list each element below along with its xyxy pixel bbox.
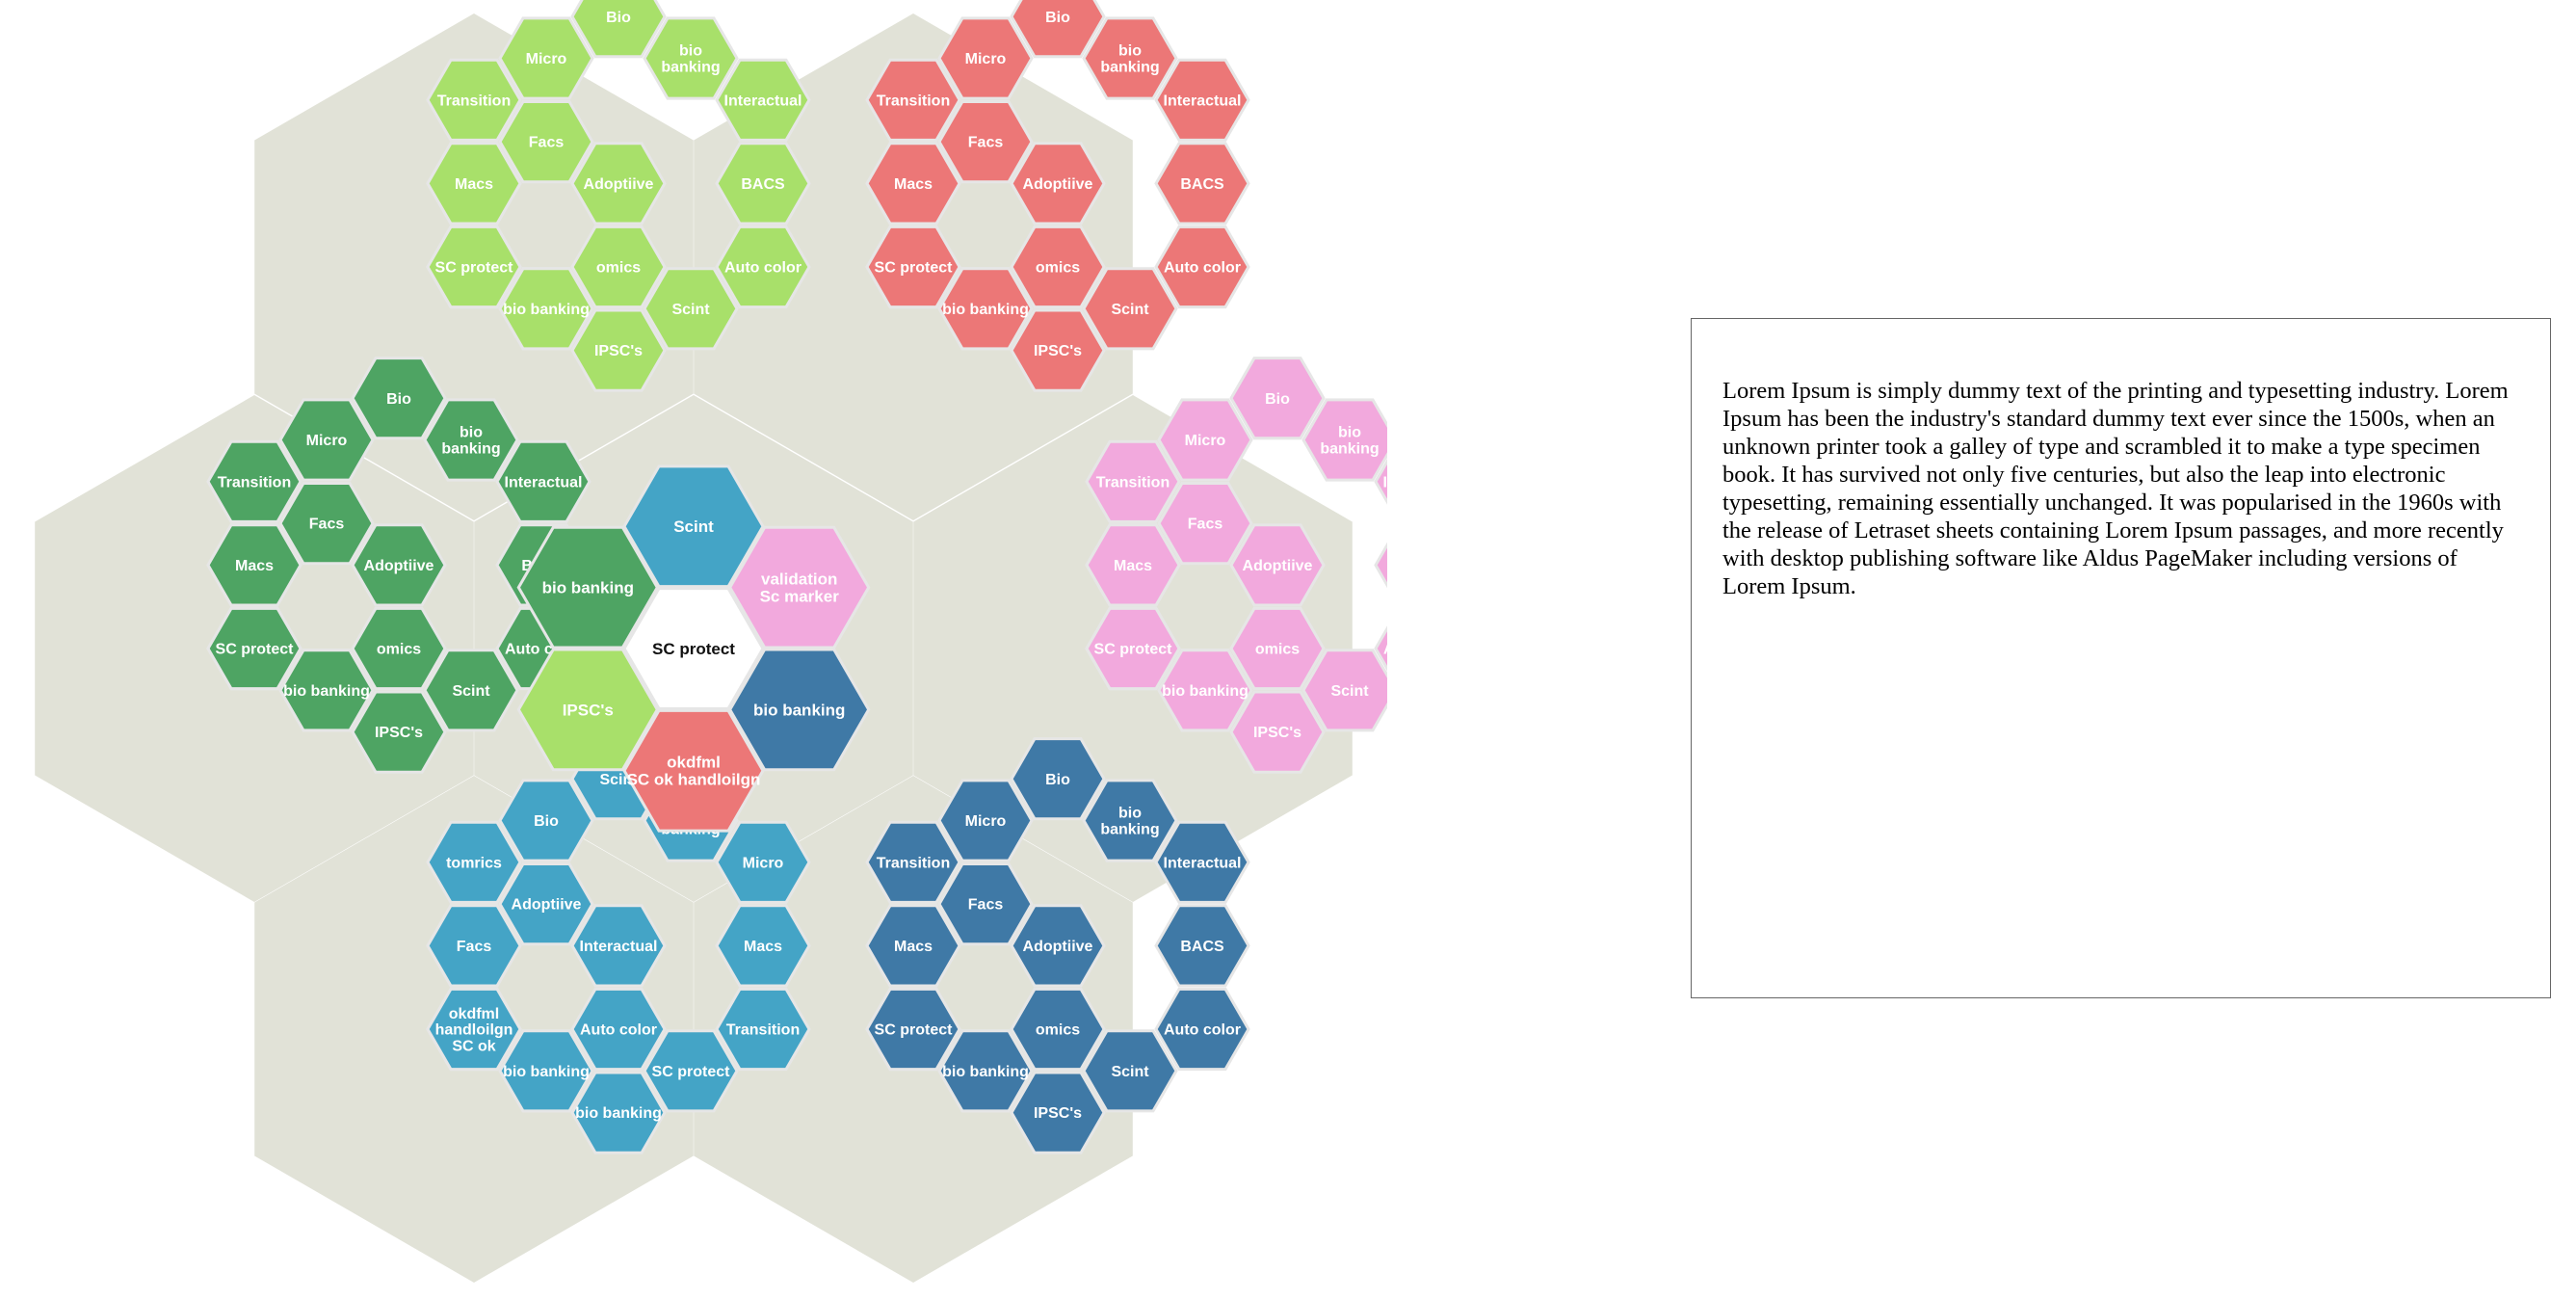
- hex-cell-label: SC protect: [875, 1022, 954, 1039]
- hex-cell-label: Scint: [671, 302, 710, 318]
- hex-cell-label: Bio: [606, 10, 631, 26]
- hex-cell-label: Adoptiive: [364, 558, 434, 574]
- hex-cell-label: Facs: [457, 939, 492, 955]
- hex-cell-label: Facs: [968, 897, 1004, 914]
- hex-cell-label: IPSC's: [375, 725, 423, 741]
- hex-cell-label: bio banking: [503, 1064, 590, 1080]
- hex-cell-label: bio banking: [283, 683, 370, 700]
- lorem-text: Lorem Ipsum is simply dummy text of the …: [1722, 378, 2509, 599]
- hex-cell-label: Micro: [1185, 433, 1226, 449]
- hex-cell-label: Adoptiive: [1243, 558, 1313, 574]
- hex-cell-label: Transition: [726, 1022, 800, 1039]
- hex-cell-label: Adoptiive: [1023, 176, 1093, 193]
- hex-cell-label: Scint: [452, 683, 490, 700]
- hex-cell-label: Facs: [968, 135, 1004, 151]
- central-ring-label: validation Sc marker: [760, 570, 840, 606]
- hex-cell-label: Auto color: [724, 260, 802, 277]
- hex-cell-label: bio banking: [575, 1105, 662, 1122]
- hex-cell-label: BACS: [1180, 176, 1224, 193]
- central-ring-label: bio banking: [542, 579, 634, 597]
- hex-cell-label: Auto color: [1383, 642, 1387, 658]
- hex-cell-label: Interactual: [1164, 93, 1242, 109]
- hex-cell-label: Bio: [1045, 10, 1070, 26]
- hex-cell-label: IPSC's: [1253, 725, 1301, 741]
- central-ring-label: IPSC's: [563, 701, 614, 719]
- hex-cell-label: Auto color: [580, 1022, 657, 1039]
- text-panel: Lorem Ipsum is simply dummy text of the …: [1691, 318, 2551, 998]
- hex-cell-label: Auto color: [1164, 260, 1241, 277]
- hex-cell-label: SC protect: [652, 1064, 731, 1080]
- hex-cell-label: Interactual: [580, 939, 658, 955]
- hex-cell-label: Facs: [529, 135, 565, 151]
- hex-cell-label: Bio: [1045, 772, 1070, 788]
- hex-cell-label: Bio: [534, 813, 559, 830]
- hex-cell-label: tomrics: [446, 855, 502, 871]
- hex-cell-label: Adoptiive: [584, 176, 654, 193]
- hex-cell-label: Interactual: [1164, 855, 1242, 871]
- hex-cell-label: SC protect: [1094, 642, 1173, 658]
- hex-cell-label: bio banking: [503, 302, 590, 318]
- hex-cell-label: Scint: [1111, 302, 1149, 318]
- central-ring-label: Scint: [673, 517, 714, 536]
- hex-cell-label: omics: [1036, 260, 1080, 277]
- hex-diagram: citricstomricsFacsAdoptiiveomicsvalidati…: [35, 0, 1387, 1283]
- hex-cell-label: Scint: [1330, 683, 1369, 700]
- hex-cell-label: Macs: [455, 176, 493, 193]
- hex-cell-label: Scint: [1111, 1064, 1149, 1080]
- hex-cell-label: SC protect: [875, 260, 954, 277]
- hex-cell-label: Macs: [1114, 558, 1152, 574]
- central-center-label: SC protect: [652, 640, 735, 658]
- hex-cell-label: Micro: [965, 813, 1007, 830]
- hex-cell-label: SC protect: [435, 260, 514, 277]
- hex-cell-label: IPSC's: [1034, 1105, 1082, 1122]
- hex-cell-label: omics: [377, 642, 421, 658]
- hex-cell-label: bio banking: [1162, 683, 1249, 700]
- hex-cell-label: Macs: [894, 176, 933, 193]
- hex-cell-label: Micro: [965, 51, 1007, 67]
- hex-cell-label: Adoptiive: [512, 897, 582, 914]
- hex-cell-label: Bio: [1265, 391, 1290, 408]
- hex-cell-label: bio banking: [942, 302, 1029, 318]
- hex-cell-label: omics: [1036, 1022, 1080, 1039]
- hex-cell-label: BACS: [741, 176, 785, 193]
- hex-cell-label: Interactual: [724, 93, 802, 109]
- hex-cell-label: bio banking: [942, 1064, 1029, 1080]
- hex-cell-label: Macs: [235, 558, 274, 574]
- hex-cell-label: Facs: [309, 517, 345, 533]
- hex-cell-label: BACS: [1180, 939, 1224, 955]
- hex-cell-label: IPSC's: [1034, 343, 1082, 359]
- hex-cell-label: Micro: [743, 855, 784, 871]
- hex-cell-label: Macs: [894, 939, 933, 955]
- hex-cell-label: SC protect: [216, 642, 295, 658]
- hex-cell-label: Micro: [306, 433, 348, 449]
- central-ring-label: bio banking: [753, 701, 845, 719]
- hex-cell-label: Adoptiive: [1023, 939, 1093, 955]
- hex-cell-label: IPSC's: [594, 343, 643, 359]
- hex-cell-label: Transition: [218, 474, 291, 490]
- hex-cell-label: Transition: [877, 855, 950, 871]
- hex-cell: [1374, 542, 1387, 589]
- hex-cell-label: Interactual: [505, 474, 583, 490]
- hex-cell-label: Macs: [744, 939, 782, 955]
- hex-cell-label: Micro: [526, 51, 567, 67]
- hex-cell-label: omics: [596, 260, 641, 277]
- hex-cell-label: Interactual: [1383, 474, 1387, 490]
- hex-cell-label: Transition: [877, 93, 950, 109]
- hex-cell-label: Transition: [437, 93, 511, 109]
- hex-cell-label: Auto color: [1164, 1022, 1241, 1039]
- hex-cell-label: omics: [1255, 642, 1300, 658]
- hex-cell-label: Transition: [1096, 474, 1170, 490]
- hex-cell-label: Facs: [1188, 517, 1223, 533]
- hex-cell-label: Bio: [386, 391, 411, 408]
